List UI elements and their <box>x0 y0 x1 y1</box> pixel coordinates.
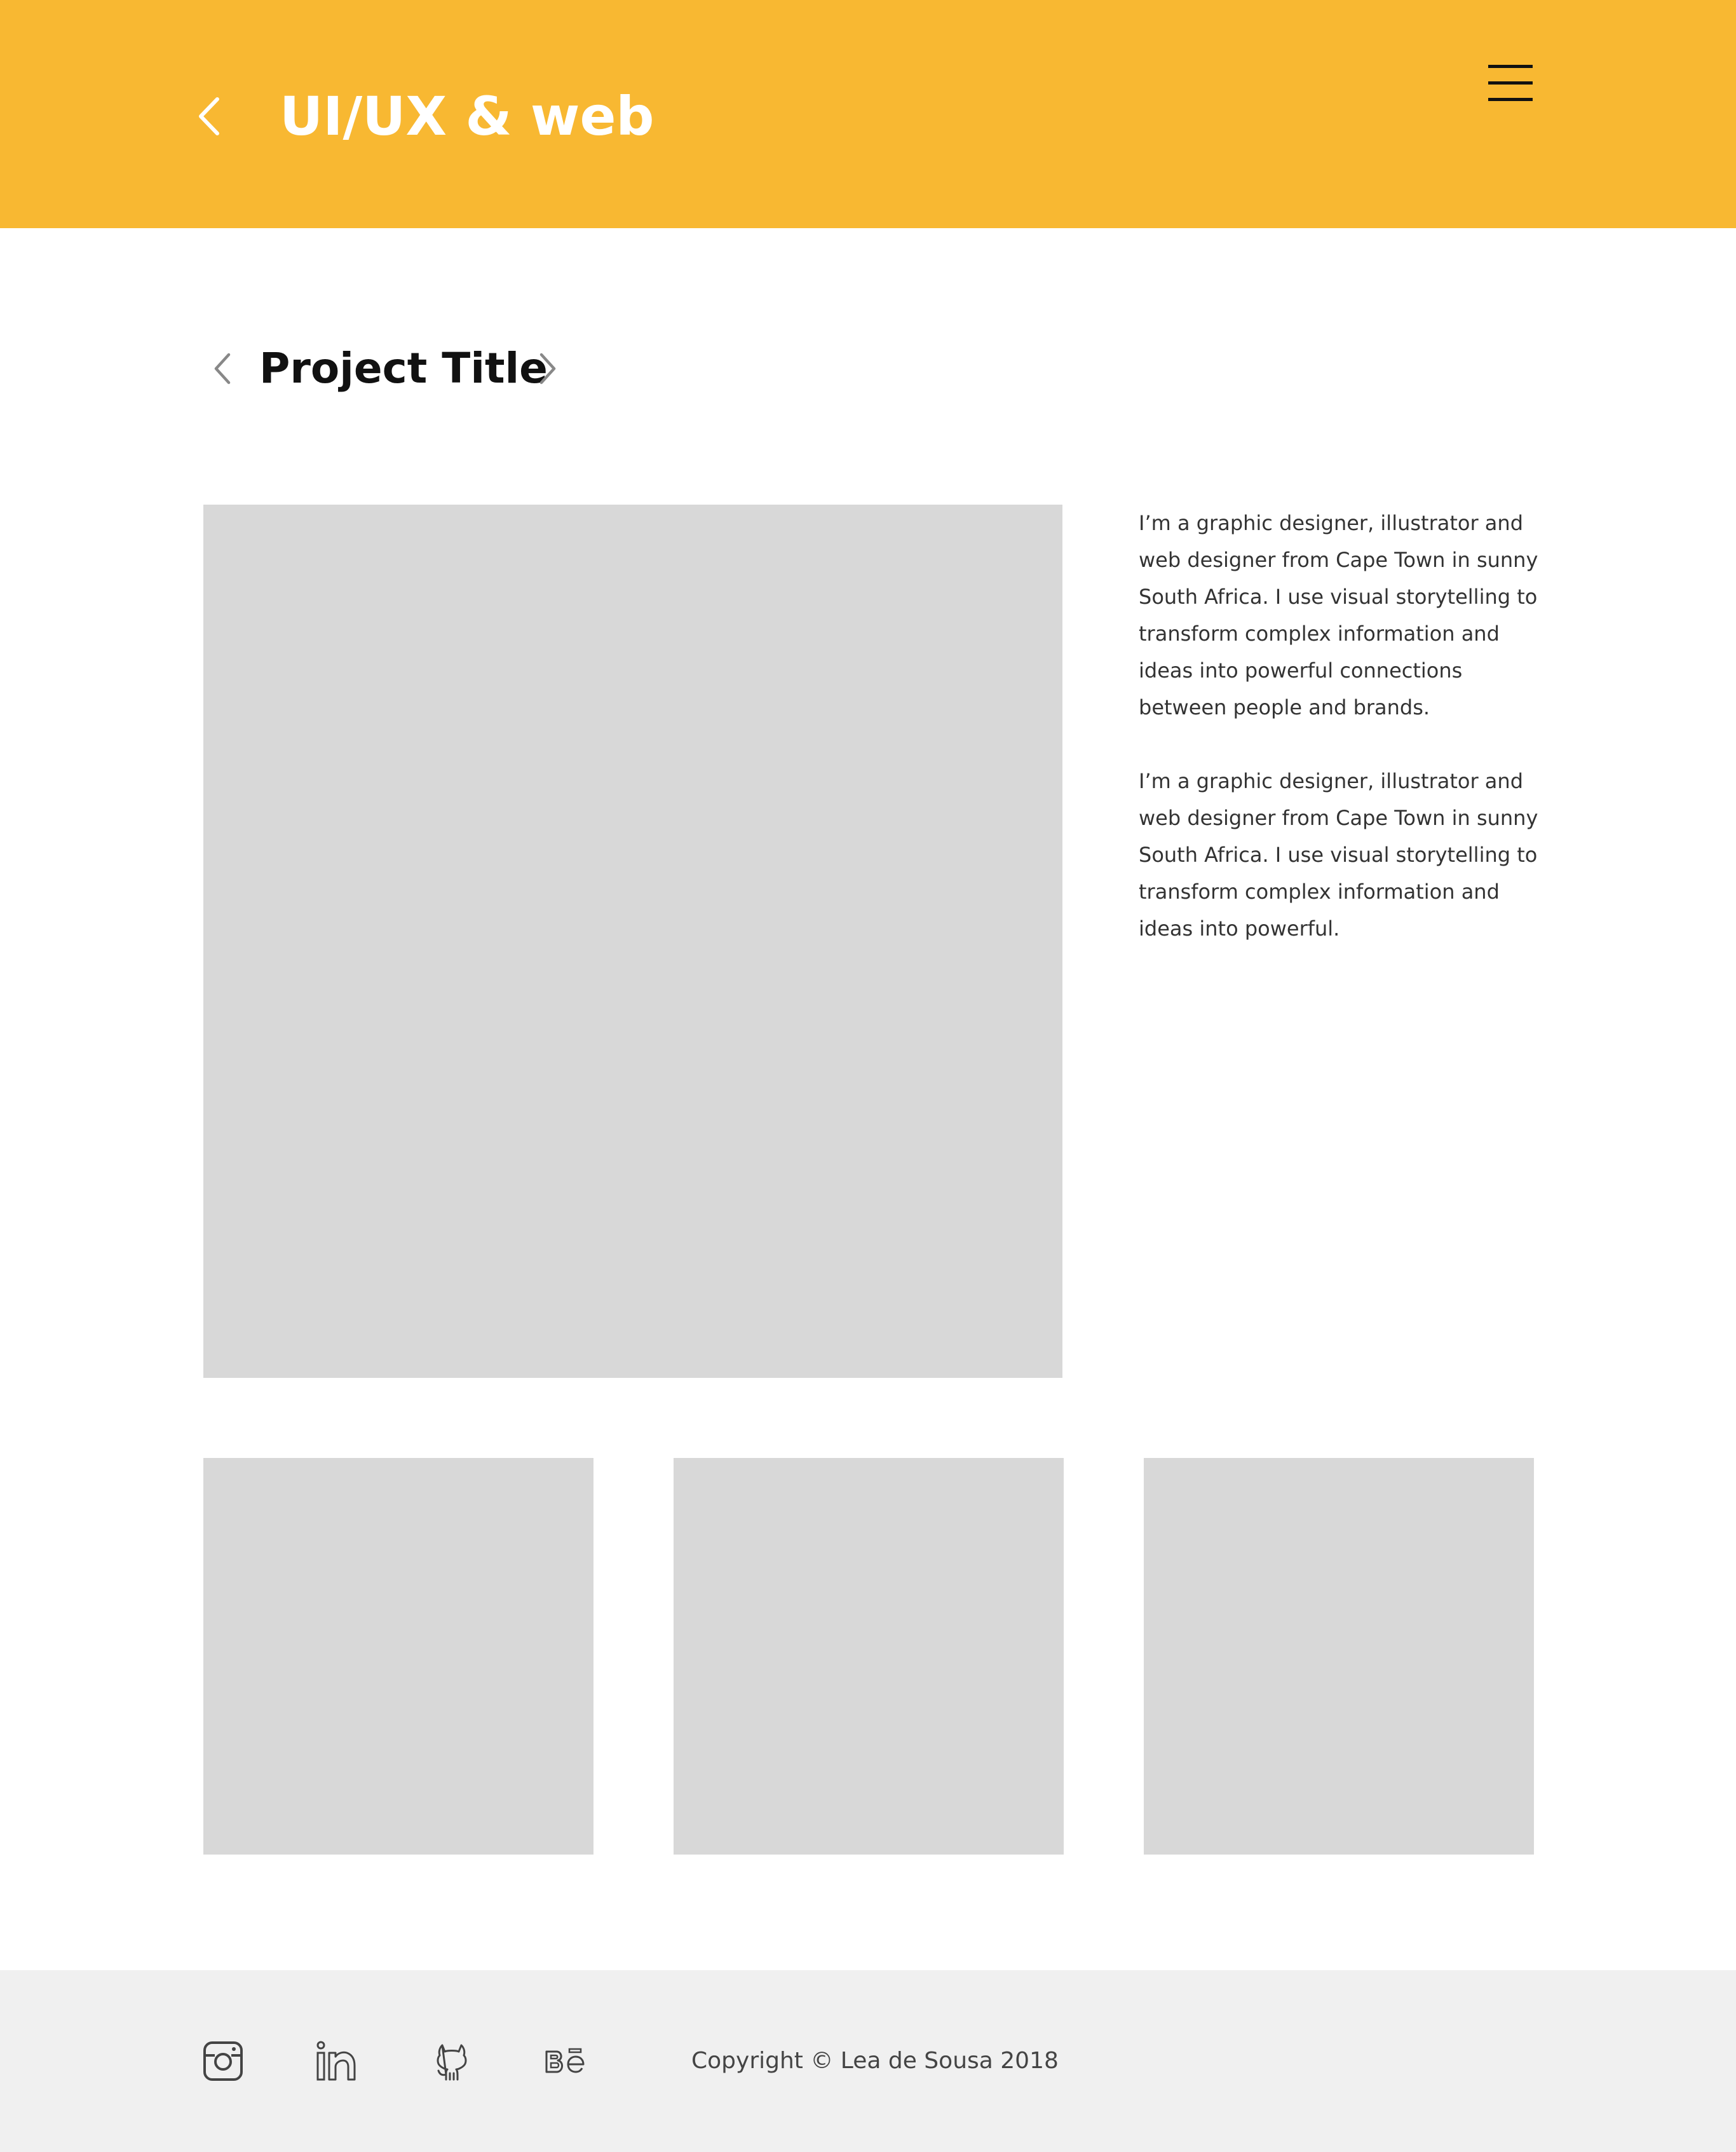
project-description: I’m a graphic designer, illustrator and … <box>1139 505 1545 984</box>
description-paragraph: I’m a graphic designer, illustrator and … <box>1139 511 1538 719</box>
main-project-image <box>203 505 1062 1378</box>
chevron-left-icon <box>199 97 219 135</box>
instagram-link[interactable] <box>202 2040 244 2082</box>
github-icon <box>437 2044 467 2081</box>
chevron-right-icon <box>539 353 556 385</box>
behance-icon <box>545 2048 585 2073</box>
description-paragraph: I’m a graphic designer, illustrator and … <box>1139 769 1538 941</box>
menu-button[interactable] <box>1488 64 1533 103</box>
next-project-button[interactable] <box>535 350 560 388</box>
back-button[interactable] <box>191 94 229 139</box>
github-link[interactable] <box>431 2040 473 2082</box>
linkedin-icon <box>316 2041 356 2081</box>
site-header: UI/UX & web <box>0 0 1736 228</box>
project-title: Project Title <box>259 344 548 393</box>
behance-link[interactable] <box>544 2040 586 2082</box>
linkedin-link[interactable] <box>315 2040 357 2082</box>
project-thumbnail-1[interactable] <box>203 1458 593 1855</box>
hamburger-menu-icon <box>1488 65 1533 101</box>
instagram-icon <box>203 2041 243 2081</box>
project-thumbnail-3[interactable] <box>1144 1458 1534 1855</box>
previous-project-button[interactable] <box>210 350 235 388</box>
copyright-text: Copyright © Lea de Sousa 2018 <box>691 2048 1059 2074</box>
chevron-left-icon <box>214 353 231 385</box>
project-thumbnail-2[interactable] <box>674 1458 1064 1855</box>
page-title: UI/UX & web <box>280 85 654 147</box>
